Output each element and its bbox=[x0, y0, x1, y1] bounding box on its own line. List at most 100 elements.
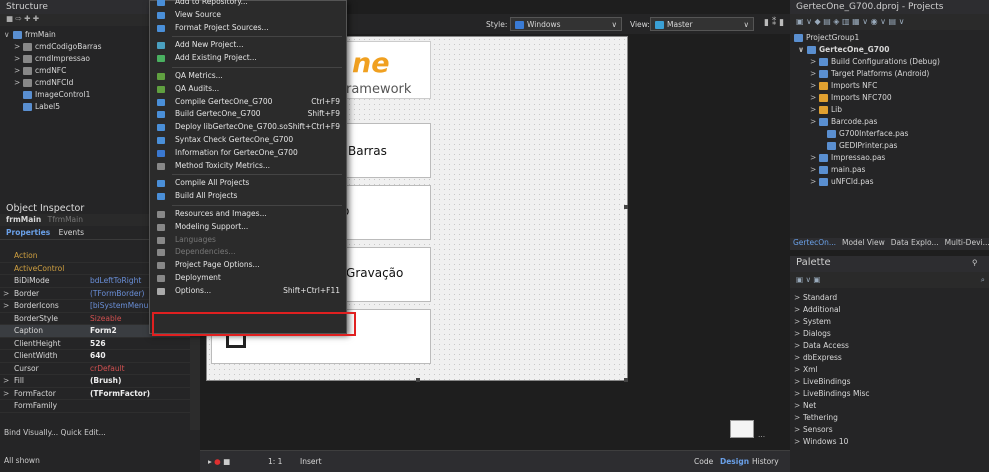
property-row[interactable]: FormFamily bbox=[0, 400, 190, 413]
menu-item[interactable]: Deployment bbox=[150, 272, 346, 285]
palette-category[interactable]: > Windows 10 bbox=[794, 436, 989, 448]
expand-icon[interactable]: > bbox=[794, 424, 803, 436]
expand-icon[interactable]: > bbox=[794, 316, 803, 328]
menu-item[interactable]: Deploy libGertecOne_G700.so Shift+Ctrl+F9 bbox=[150, 121, 346, 134]
menu-item[interactable]: QA Audits... bbox=[150, 83, 346, 96]
menu-item[interactable]: Project Page Options... bbox=[150, 259, 346, 272]
projects-tab[interactable]: Multi-Devi... bbox=[942, 238, 989, 247]
expand-icon[interactable]: > bbox=[794, 364, 803, 376]
project-tree-item[interactable]: > Target Platforms (Android) bbox=[794, 68, 989, 80]
palette-category[interactable]: > dbExpress bbox=[794, 352, 989, 364]
property-value[interactable]: crDefault bbox=[90, 363, 190, 375]
property-value[interactable]: 640 bbox=[90, 350, 190, 362]
more-components[interactable]: ... bbox=[758, 430, 765, 439]
projects-toolbar[interactable]: ▣ ∨ ◆ ▤ ◈ ▥ ▦ ∨ ◉ ∨ ▤ ∨ bbox=[790, 14, 989, 30]
projects-tab[interactable]: Model View bbox=[839, 238, 888, 247]
expand-icon[interactable]: > bbox=[794, 304, 803, 316]
toolbar-extra-icons[interactable]: ▮ ⁑ ▮ bbox=[764, 18, 784, 28]
menu-item[interactable]: Method Toxicity Metrics... bbox=[150, 160, 346, 173]
menu-item[interactable]: Build All Projects bbox=[150, 190, 346, 203]
menu-item[interactable]: Compile GertecOne_G700 Ctrl+F9 bbox=[150, 96, 346, 109]
projects-tab[interactable]: Data Explo... bbox=[888, 238, 942, 247]
style-select[interactable]: Windows ∨ bbox=[510, 17, 622, 31]
expand-icon[interactable]: > bbox=[810, 68, 819, 80]
expand-icon[interactable]: > bbox=[810, 92, 819, 104]
expand-icon[interactable]: > bbox=[810, 80, 819, 92]
menu-item[interactable]: Add New Project... bbox=[150, 39, 346, 52]
menu-item[interactable]: Add to Repository... bbox=[150, 0, 346, 9]
palette-category[interactable]: > Sensors bbox=[794, 424, 989, 436]
menu-item[interactable]: Compile All Projects bbox=[150, 177, 346, 190]
view-select[interactable]: Master ∨ bbox=[650, 17, 754, 31]
expand-icon[interactable]: > bbox=[3, 375, 12, 387]
search-icon[interactable]: ⌕ bbox=[981, 275, 985, 285]
resize-handle[interactable] bbox=[416, 378, 420, 382]
expand-icon[interactable]: > bbox=[810, 56, 819, 68]
resize-handle[interactable] bbox=[624, 205, 628, 209]
project-tree-item[interactable]: > Imports NFC bbox=[794, 80, 989, 92]
palette-toolbar[interactable]: ▣ ∨ ▣ ⌕ bbox=[790, 272, 989, 288]
expand-icon[interactable]: > bbox=[14, 41, 23, 53]
expand-icon[interactable]: > bbox=[810, 176, 819, 188]
menu-item[interactable]: Options... Shift+Ctrl+F11 bbox=[150, 285, 346, 298]
property-value[interactable]: (TFormFactor) bbox=[90, 388, 190, 400]
expand-icon[interactable]: > bbox=[3, 300, 12, 312]
expand-icon[interactable]: > bbox=[794, 388, 803, 400]
palette-category[interactable]: > Additional bbox=[794, 304, 989, 316]
project-tree-item[interactable]: > main.pas bbox=[794, 164, 989, 176]
menu-item[interactable]: Syntax Check GertecOne_G700 bbox=[150, 134, 346, 147]
expand-icon[interactable]: > bbox=[3, 288, 12, 300]
menu-item[interactable]: Add Existing Project... bbox=[150, 52, 346, 65]
expand-icon[interactable]: > bbox=[810, 152, 819, 164]
property-value[interactable]: 526 bbox=[90, 338, 190, 350]
expand-icon[interactable]: > bbox=[14, 65, 23, 77]
property-row[interactable]: > FormFactor (TFormFactor) bbox=[0, 388, 190, 400]
expand-icon[interactable]: > bbox=[794, 292, 803, 304]
tab-design[interactable]: Design bbox=[720, 457, 749, 466]
expand-icon[interactable]: > bbox=[810, 104, 819, 116]
bind-visually-link[interactable]: Bind Visually... Quick Edit... bbox=[4, 428, 106, 437]
tab-properties[interactable]: Properties bbox=[6, 228, 50, 237]
expand-icon[interactable]: > bbox=[794, 412, 803, 424]
palette-category[interactable]: > Net bbox=[794, 400, 989, 412]
expand-icon[interactable]: > bbox=[794, 352, 803, 364]
project-group[interactable]: ProjectGroup1 bbox=[794, 32, 989, 44]
project-tree-item[interactable]: > Barcode.pas bbox=[794, 116, 989, 128]
project-tree-item[interactable]: > Lib bbox=[794, 104, 989, 116]
expand-icon[interactable]: > bbox=[794, 328, 803, 340]
tab-code[interactable]: Code bbox=[694, 457, 713, 466]
nonvisual-component-icon[interactable] bbox=[730, 420, 754, 438]
palette-category[interactable]: > LiveBindings bbox=[794, 376, 989, 388]
project-tree-item[interactable]: G700Interface.pas bbox=[794, 128, 989, 140]
expand-icon[interactable]: > bbox=[810, 164, 819, 176]
palette-category[interactable]: > Tethering bbox=[794, 412, 989, 424]
expand-icon[interactable]: > bbox=[794, 376, 803, 388]
menu-item[interactable]: Resources and Images... bbox=[150, 208, 346, 221]
menu-item[interactable]: Format Project Sources... bbox=[150, 22, 346, 35]
nav-icons[interactable]: ▸ ● ■ bbox=[208, 457, 230, 466]
expand-icon[interactable]: > bbox=[794, 340, 803, 352]
property-row[interactable]: ClientHeight 526 bbox=[0, 338, 190, 350]
palette-category[interactable]: > Standard bbox=[794, 292, 989, 304]
resize-handle[interactable] bbox=[624, 378, 628, 382]
menu-item[interactable]: View Source bbox=[150, 9, 346, 22]
expand-icon[interactable]: > bbox=[3, 388, 12, 400]
property-value[interactable]: (Brush) bbox=[90, 375, 190, 387]
palette-category[interactable]: > Dialogs bbox=[794, 328, 989, 340]
menu-item[interactable]: Modeling Support... bbox=[150, 221, 346, 234]
project-tree-item[interactable]: > Imports NFC700 bbox=[794, 92, 989, 104]
tab-history[interactable]: History bbox=[752, 457, 779, 466]
property-row[interactable]: ClientWidth 640 bbox=[0, 350, 190, 363]
property-row[interactable]: Cursor crDefault bbox=[0, 363, 190, 375]
menu-item[interactable]: QA Metrics... bbox=[150, 70, 346, 83]
expand-icon[interactable]: > bbox=[794, 400, 803, 412]
project-tree-item[interactable]: > uNFCId.pas bbox=[794, 176, 989, 188]
expand-icon[interactable]: > bbox=[14, 53, 23, 65]
menu-item[interactable]: Information for GertecOne_G700 bbox=[150, 147, 346, 160]
menu-item[interactable]: Build GertecOne_G700 Shift+F9 bbox=[150, 108, 346, 121]
palette-category[interactable]: > Xml bbox=[794, 364, 989, 376]
expand-icon[interactable]: > bbox=[14, 77, 23, 89]
project-node[interactable]: ∨ GertecOne_G700 bbox=[794, 44, 989, 56]
project-tree-item[interactable]: GEDIPrinter.pas bbox=[794, 140, 989, 152]
expand-icon[interactable]: > bbox=[810, 116, 819, 128]
